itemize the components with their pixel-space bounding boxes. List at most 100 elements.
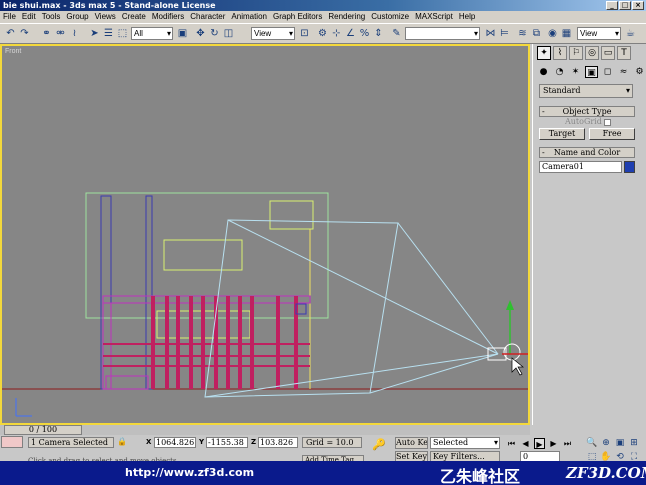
zoom-all-icon[interactable]: ⊕	[600, 437, 612, 449]
angle-snap-icon[interactable]: ∠	[344, 27, 357, 40]
select-and-move-icon[interactable]: ✥	[194, 27, 207, 40]
auto-key-button[interactable]: Auto Key	[395, 437, 428, 449]
modify-tab-icon[interactable]: ⌇	[553, 46, 567, 60]
bind-space-warp-icon[interactable]: ≀	[68, 27, 81, 40]
select-and-scale-icon[interactable]: ◫	[222, 27, 235, 40]
wall-outline	[85, 192, 329, 319]
quick-render-icon[interactable]: ☕	[624, 27, 637, 40]
menu-edit[interactable]: Edit	[19, 11, 39, 23]
previous-frame-icon[interactable]: ◀	[520, 438, 531, 449]
reference-coord-dropdown[interactable]: View	[251, 27, 295, 40]
menu-tools[interactable]: Tools	[39, 11, 64, 23]
rect-selection-icon[interactable]: ⬚	[116, 27, 129, 40]
x-coordinate-label: X	[146, 438, 152, 446]
lights-icon[interactable]: ✶	[569, 66, 582, 78]
select-object-icon[interactable]: ➤	[88, 27, 101, 40]
utilities-tab-icon[interactable]: T	[617, 46, 631, 60]
menu-character[interactable]: Character	[187, 11, 228, 23]
next-frame-icon[interactable]: ▶	[548, 438, 559, 449]
key-icon[interactable]: 🔑	[372, 438, 386, 451]
unlink-icon[interactable]: ⚮	[54, 27, 67, 40]
schematic-view-icon[interactable]: ⧉	[530, 27, 543, 40]
selection-count: 1 Camera Selected	[28, 437, 114, 448]
target-camera-button[interactable]: Target	[539, 128, 585, 140]
align-icon[interactable]: ⊨	[498, 27, 511, 40]
y-coordinate-field[interactable]: -1155.38	[206, 437, 248, 448]
object-type-rollout[interactable]: - Object Type	[539, 106, 635, 117]
go-to-end-icon[interactable]: ⏭	[562, 438, 573, 449]
middle-window	[163, 239, 243, 271]
name-and-color-rollout[interactable]: - Name and Color	[539, 147, 635, 158]
menu-views[interactable]: Views	[92, 11, 119, 23]
zoom-extents-icon[interactable]: ▣	[614, 437, 626, 449]
select-and-link-icon[interactable]: ⚭	[40, 27, 53, 40]
named-selection-sets-dropdown[interactable]	[405, 27, 480, 40]
pivot-center-icon[interactable]: ⊡	[298, 27, 311, 40]
snap-toggle-icon[interactable]: ⊹	[330, 27, 343, 40]
hierarchy-tab-icon[interactable]: ⚐	[569, 46, 583, 60]
z-coordinate-field[interactable]: 103.826	[258, 437, 298, 448]
systems-icon[interactable]: ⚙	[633, 66, 646, 78]
menu-help[interactable]: Help	[456, 11, 478, 23]
redo-icon[interactable]: ↷	[18, 27, 31, 40]
menu-group[interactable]: Group	[63, 11, 91, 23]
spinner-snap-icon[interactable]: ⇕	[372, 27, 385, 40]
material-editor-icon[interactable]: ◉	[546, 27, 559, 40]
render-view-dropdown[interactable]: View	[577, 27, 621, 40]
select-by-name-icon[interactable]: ☰	[102, 27, 115, 40]
select-manipulate-icon[interactable]: ⚙	[316, 27, 329, 40]
menu-customize[interactable]: Customize	[368, 11, 412, 23]
time-slider[interactable]: 0 / 100	[0, 425, 530, 435]
menu-rendering[interactable]: Rendering	[325, 11, 368, 23]
select-and-rotate-icon[interactable]: ↻	[208, 27, 221, 40]
lock-selection-icon[interactable]: 🔒	[117, 437, 127, 446]
command-panel: ✦ ⌇ ⚐ ◎ ▭ T ● ◔ ✶ ▣ ◻ ≈ ⚙ Standard - Obj…	[532, 44, 646, 425]
geometry-icon[interactable]: ●	[537, 66, 550, 78]
create-categories: ● ◔ ✶ ▣ ◻ ≈ ⚙	[537, 66, 646, 78]
create-tab-icon[interactable]: ✦	[537, 46, 551, 60]
y-coordinate-label: Y	[199, 438, 205, 446]
play-icon[interactable]: ▶	[534, 438, 545, 449]
shapes-icon[interactable]: ◔	[553, 66, 566, 78]
undo-icon[interactable]: ↶	[4, 27, 17, 40]
space-warps-icon[interactable]: ≈	[617, 66, 630, 78]
selection-filter-dropdown[interactable]: All	[131, 27, 173, 40]
object-name-field[interactable]: Camera01	[539, 161, 622, 173]
menu-graph-editors[interactable]: Graph Editors	[270, 11, 325, 23]
maximize-button[interactable]: □	[619, 1, 631, 10]
track-view-icon[interactable]: ≋	[516, 27, 529, 40]
name-and-color-title: Name and Color	[553, 148, 621, 157]
x-coordinate-field[interactable]: 1064.826	[154, 437, 196, 448]
window-crossing-icon[interactable]: ▣	[176, 27, 189, 40]
close-button[interactable]: ×	[632, 1, 644, 10]
object-color-swatch[interactable]	[624, 161, 635, 173]
helpers-icon[interactable]: ◻	[601, 66, 614, 78]
autogrid-option[interactable]: AutoGrid	[565, 117, 611, 126]
maxscript-listener[interactable]	[1, 436, 23, 448]
minimize-button[interactable]: _	[606, 1, 618, 10]
motion-tab-icon[interactable]: ◎	[585, 46, 599, 60]
free-camera-button[interactable]: Free	[589, 128, 635, 140]
key-set-dropdown[interactable]: Selected	[430, 437, 500, 449]
menu-create[interactable]: Create	[119, 11, 149, 23]
cameras-icon[interactable]: ▣	[585, 66, 598, 78]
menu-modifiers[interactable]: Modifiers	[149, 11, 187, 23]
object-type-title: Object Type	[562, 107, 612, 116]
render-scene-icon[interactable]: ▦	[560, 27, 573, 40]
balusters	[151, 296, 298, 389]
mirror-icon[interactable]: ⋈	[484, 27, 497, 40]
zoom-extents-all-icon[interactable]: ⊞	[628, 437, 640, 449]
menu-maxscript[interactable]: MAXScript	[412, 11, 456, 23]
menu-file[interactable]: File	[0, 11, 19, 23]
frame-counter[interactable]: 0 / 100	[4, 425, 82, 435]
zoom-icon[interactable]: 🔍	[586, 437, 598, 449]
menu-animation[interactable]: Animation	[228, 11, 270, 23]
display-tab-icon[interactable]: ▭	[601, 46, 615, 60]
front-viewport[interactable]: Front	[0, 44, 530, 425]
autogrid-checkbox[interactable]	[603, 118, 611, 126]
go-to-start-icon[interactable]: ⏮	[506, 438, 517, 449]
edit-named-selection-icon[interactable]: ✎	[390, 27, 403, 40]
object-category-dropdown[interactable]: Standard	[539, 84, 633, 98]
percent-snap-icon[interactable]: %	[358, 27, 371, 40]
upper-window	[269, 200, 314, 230]
